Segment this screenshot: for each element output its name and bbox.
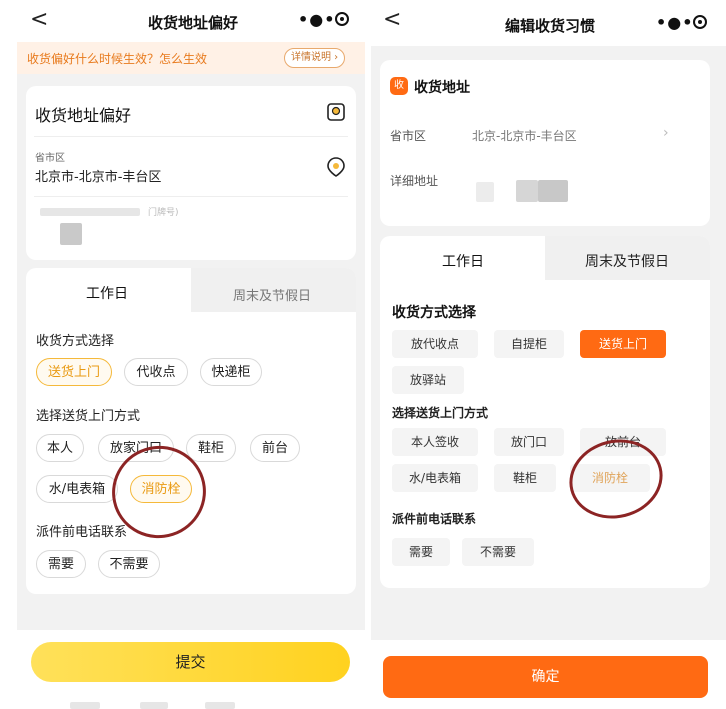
detail-label: 详细地址 (390, 174, 439, 188)
blurred-address (40, 208, 140, 216)
region-value[interactable]: 北京-北京市-丰台区 (472, 127, 577, 144)
back-icon[interactable]: < (383, 6, 401, 34)
option-call-yes[interactable]: 需要 (36, 550, 86, 578)
left-navbar: < 收货地址偏好 •●• (0, 0, 365, 42)
region-label: 省市区 (35, 153, 65, 164)
region-label: 省市区 (390, 129, 427, 143)
option-locker[interactable]: 快递柜 (200, 358, 262, 386)
option-pickup-point[interactable]: 代收点 (124, 358, 188, 386)
tab-workday[interactable]: 工作日 (86, 283, 128, 303)
blurred-footer (70, 702, 100, 709)
region-value[interactable]: 北京市-北京市-丰台区 (35, 166, 161, 185)
details-button[interactable]: 详情说明 › (284, 48, 346, 68)
option-shoe-cabinet[interactable]: 鞋柜 (186, 434, 236, 462)
option-post-station[interactable]: 放驿站 (392, 366, 464, 394)
blurred-address (538, 180, 568, 202)
tab-weekend[interactable]: 周末及节假日 (585, 251, 669, 271)
door-title: 选择送货上门方式 (392, 406, 489, 420)
map-pin-icon[interactable] (326, 102, 346, 122)
blurred-footer (140, 702, 168, 709)
call-title: 派件前电话联系 (392, 512, 477, 526)
preference-card: 工作日 周末及节假日 收货方式选择 放代收点 自提柜 送货上门 放驿站 选择送货… (380, 236, 710, 588)
blurred-address (516, 180, 538, 202)
address-preference-card: 收货地址偏好 省市区 北京市-北京市-丰台区 门牌号) (26, 86, 356, 260)
blurred-block (60, 223, 82, 245)
submit-button[interactable]: 提交 (31, 642, 350, 682)
option-doorstep[interactable]: 放门口 (494, 428, 564, 456)
page-title: 编辑收货习惯 (505, 17, 596, 35)
close-mini-icon[interactable] (693, 15, 707, 29)
call-title: 派件前电话联系 (36, 525, 128, 540)
card-title: 收货地址偏好 (35, 106, 132, 125)
option-sign-self[interactable]: 本人签收 (392, 428, 478, 456)
confirm-button[interactable]: 确定 (383, 656, 708, 698)
option-deliver-door[interactable]: 送货上门 (36, 358, 112, 386)
blurred-address (476, 182, 494, 202)
option-meter-box[interactable]: 水/电表箱 (392, 464, 478, 492)
right-screen: < 编辑收货习惯 •●• 收 收货地址 省市区 北京-北京市-丰台区 › 详细地… (371, 0, 726, 709)
tab-weekend[interactable]: 周末及节假日 (233, 285, 311, 304)
detail-hint: 门牌号) (148, 208, 179, 218)
option-deliver-door[interactable]: 送货上门 (580, 330, 666, 358)
method-title: 收货方式选择 (392, 305, 476, 321)
divider (34, 136, 348, 137)
address-card: 收 收货地址 省市区 北京-北京市-丰台区 › 详细地址 (380, 60, 710, 226)
close-mini-icon[interactable] (335, 12, 349, 26)
divider (34, 196, 348, 197)
more-icon[interactable]: •●• (656, 13, 693, 32)
chevron-right-icon[interactable]: › (663, 125, 669, 141)
right-navbar: < 编辑收货习惯 •●• (371, 0, 726, 42)
notice-bar: 收货偏好什么时候生效？怎么生效 详情说明 › (17, 42, 365, 74)
option-meter-box[interactable]: 水/电表箱 (36, 475, 118, 503)
card-title: 收货地址 (414, 80, 470, 96)
back-icon[interactable]: < (30, 6, 48, 34)
option-call-no[interactable]: 不需要 (462, 538, 534, 566)
option-call-yes[interactable]: 需要 (392, 538, 450, 566)
page-title: 收货地址偏好 (148, 14, 239, 32)
location-icon[interactable] (325, 156, 347, 178)
option-front-desk[interactable]: 前台 (250, 434, 300, 462)
more-icon[interactable]: •●• (298, 10, 335, 29)
door-title: 选择送货上门方式 (36, 409, 141, 424)
tab-workday[interactable]: 工作日 (442, 251, 484, 271)
blurred-footer (205, 702, 235, 709)
notice-text: 收货偏好什么时候生效？怎么生效 (27, 52, 208, 66)
shop-badge-icon: 收 (390, 77, 408, 95)
option-shoe-cabinet[interactable]: 鞋柜 (494, 464, 556, 492)
option-locker[interactable]: 自提柜 (494, 330, 564, 358)
option-call-no[interactable]: 不需要 (98, 550, 160, 578)
left-screen: < 收货地址偏好 •●• 收货偏好什么时候生效？怎么生效 详情说明 › 收货地址… (0, 0, 365, 709)
preference-card: 工作日 周末及节假日 收货方式选择 送货上门 代收点 快递柜 选择送货上门方式 … (26, 268, 356, 594)
option-self[interactable]: 本人 (36, 434, 84, 462)
method-title: 收货方式选择 (36, 334, 115, 349)
option-pickup-point[interactable]: 放代收点 (392, 330, 478, 358)
